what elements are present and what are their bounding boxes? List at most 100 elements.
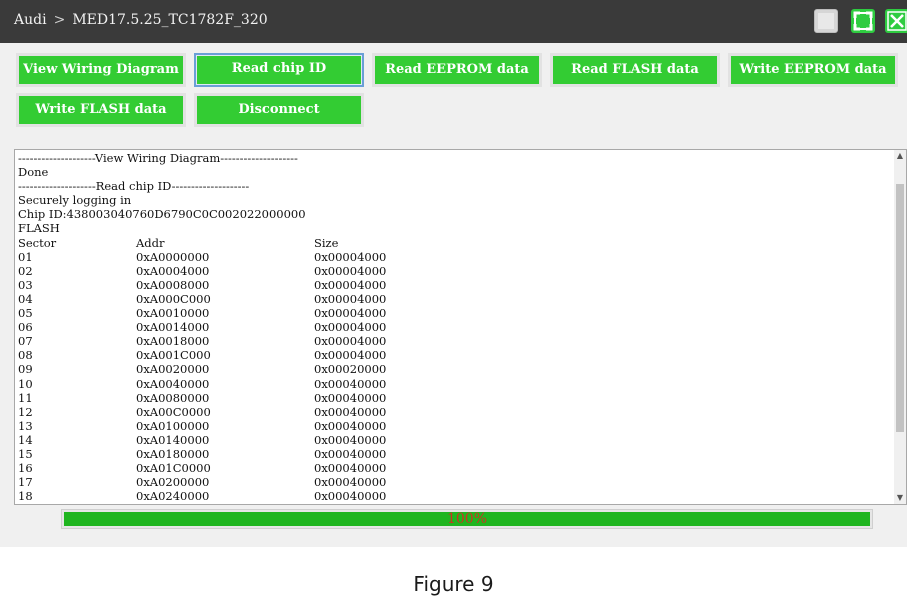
- addr-cell: 0xA0010000: [136, 306, 210, 321]
- addr-cell: 0xA0004000: [136, 263, 210, 278]
- close-icon: [887, 11, 907, 31]
- sector-cell: 03: [18, 277, 33, 292]
- log-scrollbar[interactable]: ▲ ▼: [894, 150, 906, 504]
- table-row: 08 0xA001C000 0x00004000: [18, 348, 434, 362]
- title-bar: Audi > MED17.5.25_TC1782F_320: [0, 0, 907, 43]
- addr-cell: 0xA0200000: [136, 475, 210, 490]
- table-row: 15 0xA0180000 0x00040000: [18, 447, 434, 461]
- table-row: 06 0xA0014000 0x00004000: [18, 320, 434, 334]
- table-row: 02 0xA0004000 0x00004000: [18, 264, 434, 278]
- sector-cell: 14: [18, 432, 33, 447]
- size-cell: 0x00040000: [314, 432, 387, 447]
- read-chip-id-button[interactable]: Read chip ID: [194, 53, 364, 87]
- size-cell: 0x00040000: [314, 475, 387, 490]
- size-cell: 0x00040000: [314, 418, 387, 433]
- sector-cell: 13: [18, 418, 33, 433]
- size-cell: 0x00040000: [314, 489, 387, 504]
- sector-cell: 09: [18, 362, 33, 377]
- read-eeprom-data-button[interactable]: Read EEPROM data: [372, 53, 542, 87]
- table-row: 13 0xA0100000 0x00040000: [18, 419, 434, 433]
- addr-cell: 0xA0018000: [136, 334, 210, 349]
- log-line: Done: [18, 165, 49, 180]
- table-row: 14 0xA0140000 0x00040000: [18, 433, 434, 447]
- progress-bar: 100%: [61, 509, 873, 529]
- size-cell: 0x00040000: [314, 461, 387, 476]
- addr-cell: 0xA0008000: [136, 277, 210, 292]
- table-row: 05 0xA0010000 0x00004000: [18, 306, 434, 320]
- size-cell: 0x00040000: [314, 390, 387, 405]
- size-cell: 0x00040000: [314, 376, 387, 391]
- close-button[interactable]: [885, 9, 907, 33]
- minimize-button[interactable]: [814, 9, 838, 33]
- sector-cell: 01: [18, 249, 33, 264]
- addr-cell: 0xA01C0000: [136, 461, 211, 476]
- size-cell: 0x00004000: [314, 291, 387, 306]
- disconnect-button[interactable]: Disconnect: [194, 93, 364, 127]
- sector-table-header: Sector Addr Size: [18, 236, 434, 250]
- breadcrumb-model: MED17.5.25_TC1782F_320: [72, 12, 268, 28]
- sector-cell: 15: [18, 446, 33, 461]
- size-cell: 0x00004000: [314, 263, 387, 278]
- table-row: 09 0xA0020000 0x00020000: [18, 362, 434, 376]
- addr-cell: 0xA0014000: [136, 320, 210, 335]
- breadcrumb-separator: >: [53, 12, 66, 28]
- sector-cell: 17: [18, 475, 33, 490]
- column-header-addr: Addr: [136, 235, 165, 250]
- log-content: --------------------View Wiring Diagram-…: [18, 151, 434, 503]
- size-cell: 0x00004000: [314, 249, 387, 264]
- sector-cell: 06: [18, 320, 33, 335]
- table-row: 17 0xA0200000 0x00040000: [18, 475, 434, 489]
- breadcrumb: Audi > MED17.5.25_TC1782F_320: [14, 12, 268, 28]
- column-header-sector: Sector: [18, 235, 57, 250]
- table-row: 01 0xA0000000 0x00004000: [18, 250, 434, 264]
- size-cell: 0x00004000: [314, 320, 387, 335]
- addr-cell: 0xA0080000: [136, 390, 210, 405]
- app-window: Audi > MED17.5.25_TC1782F_320 View Wiring …: [0, 0, 907, 547]
- scroll-thumb[interactable]: [896, 184, 904, 432]
- addr-cell: 0xA0100000: [136, 418, 210, 433]
- size-cell: 0x00004000: [314, 348, 387, 363]
- size-cell: 0x00040000: [314, 404, 387, 419]
- read-flash-data-button[interactable]: Read FLASH data: [550, 53, 720, 87]
- scroll-down-icon[interactable]: ▼: [894, 492, 906, 504]
- size-cell: 0x00004000: [314, 306, 387, 321]
- write-eeprom-data-button[interactable]: Write EEPROM data: [728, 53, 898, 87]
- size-cell: 0x00040000: [314, 446, 387, 461]
- addr-cell: 0xA0240000: [136, 489, 210, 504]
- addr-cell: 0xA0140000: [136, 432, 210, 447]
- log-line: --------------------Read chip ID--------…: [18, 179, 250, 194]
- progress-label: 100%: [446, 511, 488, 527]
- breadcrumb-brand[interactable]: Audi: [14, 12, 47, 28]
- write-flash-data-button[interactable]: Write FLASH data: [16, 93, 186, 127]
- column-header-size: Size: [314, 235, 339, 250]
- sector-cell: 08: [18, 348, 33, 363]
- view-wiring-diagram-button[interactable]: View Wiring Diagram: [16, 53, 186, 87]
- size-cell: 0x00004000: [314, 277, 387, 292]
- scroll-up-icon[interactable]: ▲: [894, 150, 906, 162]
- log-line: FLASH: [18, 221, 60, 236]
- table-row: 10 0xA0040000 0x00040000: [18, 377, 434, 391]
- maximize-icon: [853, 11, 873, 31]
- sector-cell: 16: [18, 461, 33, 476]
- sector-cell: 07: [18, 334, 33, 349]
- table-row: 12 0xA00C0000 0x00040000: [18, 405, 434, 419]
- log-line: --------------------View Wiring Diagram-…: [18, 151, 298, 165]
- maximize-button[interactable]: [851, 9, 875, 33]
- addr-cell: 0xA000C000: [136, 291, 211, 306]
- sector-cell: 02: [18, 263, 33, 278]
- size-cell: 0x00004000: [314, 334, 387, 349]
- addr-cell: 0xA001C000: [136, 348, 211, 363]
- figure-caption: Figure 9: [413, 572, 494, 596]
- log-line: Securely logging in: [18, 193, 132, 208]
- table-row: 16 0xA01C0000 0x00040000: [18, 461, 434, 475]
- table-row: 11 0xA0080000 0x00040000: [18, 391, 434, 405]
- sector-cell: 10: [18, 376, 33, 391]
- log-output[interactable]: --------------------View Wiring Diagram-…: [14, 149, 907, 505]
- log-line: Chip ID:438003040760D6790C0C002022000000: [18, 207, 306, 222]
- sector-cell: 11: [18, 390, 33, 405]
- addr-cell: 0xA0040000: [136, 376, 210, 391]
- addr-cell: 0xA0020000: [136, 362, 210, 377]
- sector-cell: 18: [18, 489, 33, 504]
- addr-cell: 0xA0000000: [136, 249, 210, 264]
- size-cell: 0x00020000: [314, 362, 387, 377]
